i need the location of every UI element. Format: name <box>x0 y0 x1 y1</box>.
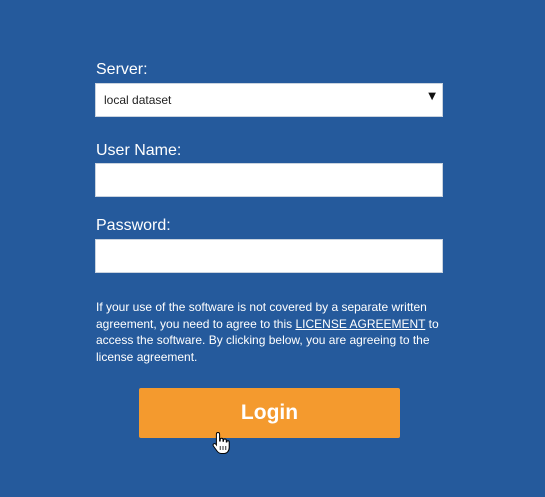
login-button[interactable]: Login <box>139 388 400 438</box>
license-notice: If your use of the software is not cover… <box>96 299 448 365</box>
password-input[interactable] <box>95 239 443 273</box>
password-label: Password: <box>96 217 171 234</box>
server-select[interactable]: local dataset ▼ <box>95 83 443 117</box>
username-input[interactable] <box>95 163 443 197</box>
server-label: Server: <box>96 61 148 78</box>
username-label: User Name: <box>96 142 182 159</box>
server-select-value: local dataset <box>104 93 172 107</box>
hand-pointer-icon <box>212 431 230 454</box>
license-agreement-link[interactable]: LICENSE AGREEMENT <box>295 317 425 331</box>
dropdown-arrow-icon: ▼ <box>428 91 436 102</box>
